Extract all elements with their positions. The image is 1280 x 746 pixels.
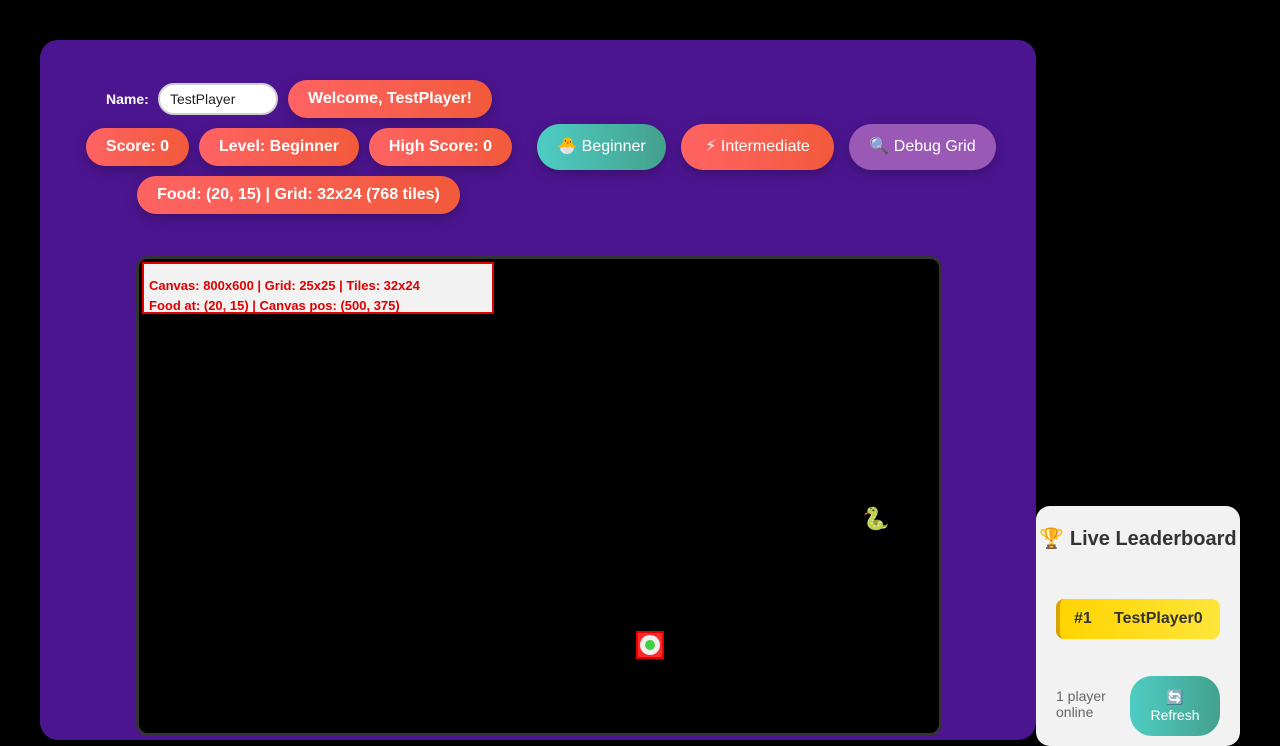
magnifier-icon: 🔍: [869, 138, 890, 155]
food-dot: [645, 640, 655, 650]
leaderboard-title: 🏆 Live Leaderboard: [1036, 526, 1240, 552]
debug-line-food: Food at: (20, 15) | Canvas pos: (500, 37…: [149, 298, 400, 313]
leaderboard-player-name: TestPlayer0: [1114, 610, 1203, 627]
players-online: 1 player online: [1056, 688, 1106, 720]
food-grid-badge: Food: (20, 15) | Grid: 32x24 (768 tiles): [137, 176, 460, 214]
refresh-button[interactable]: 🔄 Refresh: [1130, 676, 1220, 736]
welcome-badge: Welcome, TestPlayer!: [288, 80, 492, 118]
refresh-label: Refresh: [1150, 707, 1200, 723]
food-apple-icon: [636, 631, 664, 659]
refresh-icon: 🔄: [1166, 689, 1184, 705]
leaderboard-entry: #1 TestPlayer0: [1056, 599, 1220, 639]
beginner-label: Beginner: [581, 138, 646, 155]
leaderboard-panel: 🏆 Live Leaderboard #1 TestPlayer0 1 play…: [1036, 506, 1240, 746]
name-input[interactable]: [158, 83, 278, 115]
intermediate-label: Intermediate: [720, 138, 810, 155]
debug-line-canvas: Canvas: 800x600 | Grid: 25x25 | Tiles: 3…: [149, 278, 420, 293]
game-canvas[interactable]: [136, 256, 942, 736]
high-score-badge: High Score: 0: [369, 128, 512, 166]
lightning-icon: ⚡: [705, 138, 717, 155]
score-badge: Score: 0: [86, 128, 189, 166]
chick-icon: 🐣: [557, 138, 578, 155]
debug-grid-button[interactable]: 🔍 Debug Grid: [849, 124, 996, 170]
name-label: Name:: [106, 91, 149, 107]
trophy-icon: 🏆: [1039, 528, 1065, 550]
snake-icon: 🐍: [862, 506, 890, 531]
leaderboard-rank: #1: [1074, 610, 1092, 627]
food-inner: [640, 635, 660, 655]
level-badge: Level: Beginner: [199, 128, 359, 166]
leaderboard-title-text: Live Leaderboard: [1069, 528, 1237, 550]
intermediate-button[interactable]: ⚡ Intermediate: [681, 124, 834, 170]
debug-grid-label: Debug Grid: [893, 138, 976, 155]
beginner-button[interactable]: 🐣 Beginner: [537, 124, 666, 170]
debug-overlay: Canvas: 800x600 | Grid: 25x25 | Tiles: 3…: [142, 262, 494, 314]
